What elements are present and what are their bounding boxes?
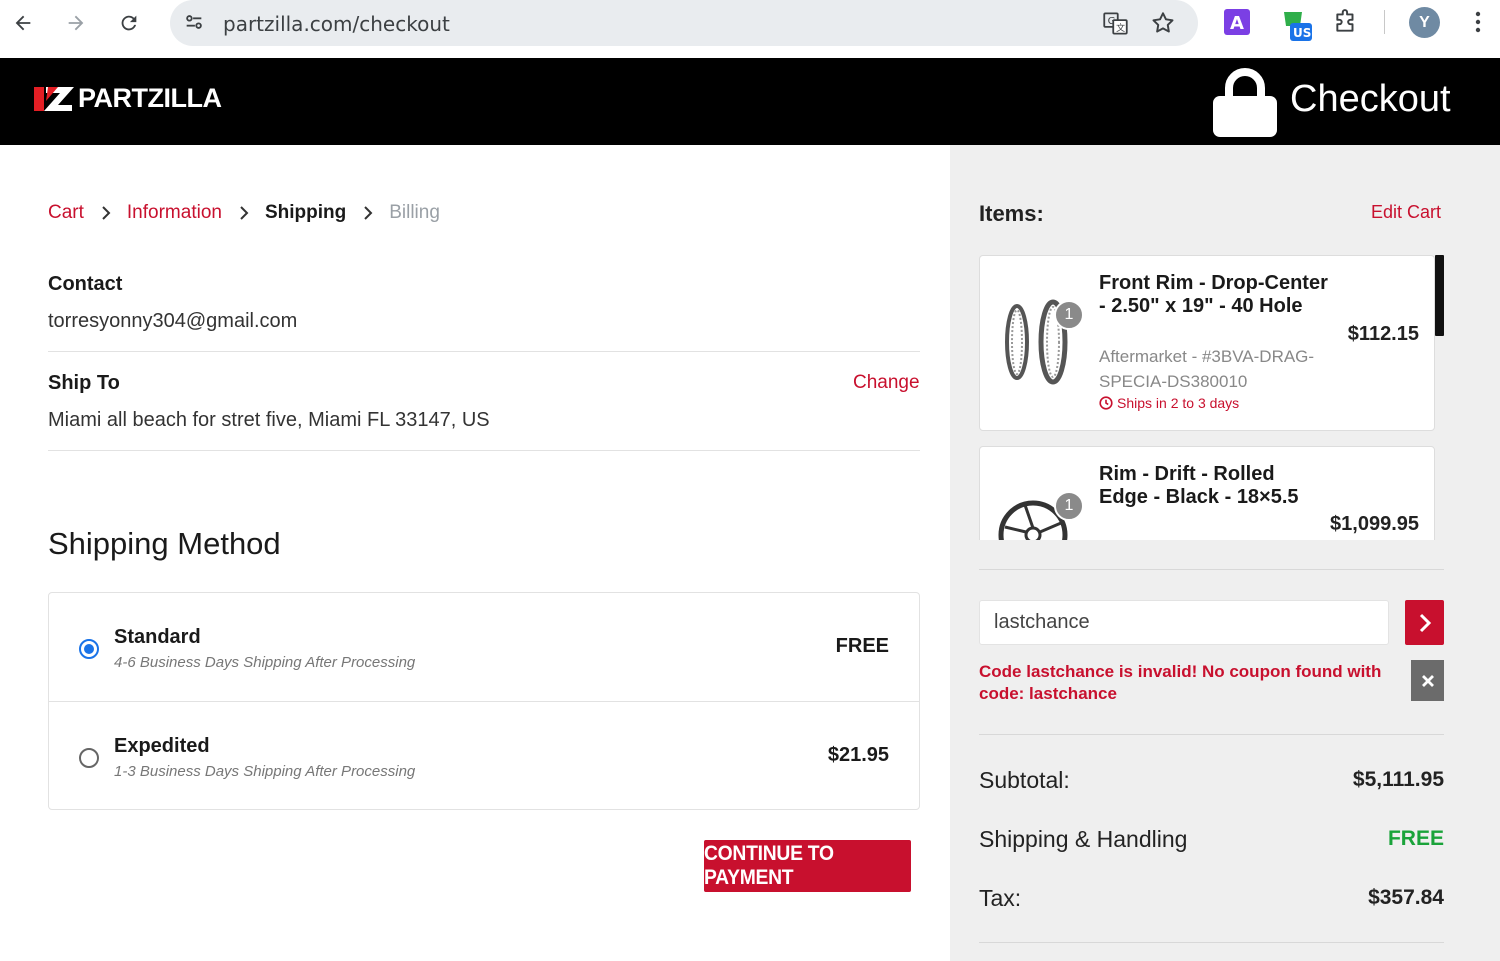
divider <box>979 734 1444 735</box>
divider <box>48 351 920 352</box>
shipping-method-list: Standard 4-6 Business Days Shipping Afte… <box>48 592 920 810</box>
order-summary: Items: Edit Cart 1 Front Rim - Drop-Cent… <box>950 145 1500 961</box>
shipping-value: FREE <box>1387 827 1444 850</box>
continue-to-payment-button[interactable]: CONTINUE TO PAYMENT <box>704 840 911 892</box>
apply-coupon-button[interactable] <box>1405 600 1444 645</box>
shipping-option-desc: 4-6 Business Days Shipping After Process… <box>114 654 416 671</box>
item-ship-time: Ships in 2 to 3 days <box>1099 395 1239 411</box>
shipping-option-price: $21.95 <box>827 744 889 766</box>
quantity-badge: 1 <box>1054 300 1084 330</box>
lock-icon <box>1212 66 1278 143</box>
svg-text:A: A <box>1230 13 1244 34</box>
item-price: $1,099.95 <box>1330 513 1419 535</box>
partzilla-logo[interactable]: PARTZILLA <box>34 83 222 114</box>
shipping-option-name: Expedited <box>114 735 210 757</box>
cart-items-list[interactable]: 1 Front Rim - Drop-Center - 2.50" x 19" … <box>979 255 1445 540</box>
breadcrumb-information[interactable]: Information <box>127 202 222 224</box>
subtotal-value: $5,111.95 <box>1352 768 1444 791</box>
extensions-puzzle-icon[interactable] <box>1333 9 1359 40</box>
shipping-option-expedited[interactable]: Expedited 1-3 Business Days Shipping Aft… <box>49 701 919 809</box>
change-address-link[interactable]: Change <box>853 372 920 394</box>
radio-expedited[interactable] <box>79 748 99 768</box>
forward-button[interactable] <box>62 9 90 37</box>
browser-menu-icon[interactable] <box>1468 9 1488 40</box>
divider <box>979 569 1444 570</box>
coupon-input[interactable]: lastchance <box>979 600 1389 645</box>
site-header: PARTZILLA Checkout <box>0 58 1500 145</box>
divider <box>48 450 920 451</box>
coupon-input-value: lastchance <box>994 611 1090 633</box>
dismiss-error-button[interactable] <box>1411 660 1444 701</box>
shipping-option-desc: 1-3 Business Days Shipping After Process… <box>114 763 416 780</box>
edit-cart-link[interactable]: Edit Cart <box>1371 202 1441 223</box>
ship-to-label: Ship To <box>48 372 120 394</box>
clock-icon <box>1099 396 1113 410</box>
tax-row: Tax: $357.84 <box>979 885 1444 915</box>
logo-text: PARTZILLA <box>78 83 222 113</box>
back-button[interactable] <box>9 9 37 37</box>
url-text[interactable]: partzilla.com/checkout <box>223 12 450 36</box>
site-settings-icon[interactable] <box>183 11 205 38</box>
translate-icon[interactable]: G文 <box>1102 10 1129 42</box>
ship-to-address: Miami all beach for stret five, Miami FL… <box>48 409 490 431</box>
breadcrumb-cart[interactable]: Cart <box>48 202 84 224</box>
radio-standard[interactable] <box>79 639 99 659</box>
cart-item: 1 Rim - Drift - Rolled Edge - Black - 18… <box>979 446 1435 540</box>
reload-button[interactable] <box>115 9 143 37</box>
bookmark-star-icon[interactable] <box>1150 10 1176 41</box>
chevron-right-icon <box>363 205 373 221</box>
items-scrollbar[interactable] <box>1435 255 1444 336</box>
shipping-method-title: Shipping Method <box>48 526 281 561</box>
svg-text:文: 文 <box>1116 22 1125 34</box>
shipping-option-name: Standard <box>114 626 201 648</box>
cart-item: 1 Front Rim - Drop-Center - 2.50" x 19" … <box>979 255 1435 431</box>
item-price: $112.15 <box>1347 323 1419 345</box>
back-arrow-icon <box>15 15 31 31</box>
tax-label: Tax: <box>979 885 1022 911</box>
coupon-error-message: Code lastchance is invalid! No coupon fo… <box>979 662 1382 703</box>
shipping-label: Shipping & Handling <box>979 826 1188 852</box>
toolbar-separator <box>1384 10 1385 34</box>
breadcrumb: Cart Information Shipping Billing <box>48 202 440 224</box>
shipping-option-price: FREE <box>835 635 889 657</box>
quantity-badge: 1 <box>1054 491 1084 521</box>
reload-icon <box>121 15 137 31</box>
item-name: Rim - Drift - Rolled Edge - Black - 18×5… <box>1099 463 1299 508</box>
chevron-right-icon <box>101 205 111 221</box>
shipping-row: Shipping & Handling FREE <box>979 826 1444 856</box>
item-name: Front Rim - Drop-Center - 2.50" x 19" - … <box>1099 272 1328 317</box>
chevron-right-icon <box>239 205 249 221</box>
logo-mark-icon <box>34 85 76 113</box>
forward-arrow-icon <box>68 15 84 31</box>
close-icon <box>1421 674 1434 687</box>
shipping-option-standard[interactable]: Standard 4-6 Business Days Shipping Afte… <box>49 593 919 701</box>
breadcrumb-billing: Billing <box>389 202 440 223</box>
checkout-main: Cart Information Shipping Billing Contac… <box>0 145 950 961</box>
svg-text:US: US <box>1293 26 1311 40</box>
tax-value: $357.84 <box>1368 886 1444 909</box>
extension-a-icon[interactable]: A <box>1224 9 1250 40</box>
chevron-right-icon <box>1419 613 1431 632</box>
items-label: Items: <box>979 201 1044 226</box>
vpn-extension-icon[interactable]: US <box>1279 9 1313 48</box>
page-title: Checkout <box>1290 78 1451 120</box>
breadcrumb-shipping: Shipping <box>264 202 347 223</box>
profile-avatar[interactable]: Y <box>1409 7 1440 38</box>
contact-label: Contact <box>48 273 123 295</box>
divider <box>979 942 1444 943</box>
item-ship-text: Ships in 2 to 3 days <box>1117 395 1240 411</box>
item-sku: Aftermarket - #3BVA-DRAG-SPECIA-DS380010 <box>1099 347 1315 391</box>
browser-toolbar: partzilla.com/checkout G文 A US Y <box>0 0 1500 58</box>
subtotal-row: Subtotal: $5,111.95 <box>979 767 1444 797</box>
address-bar[interactable]: partzilla.com/checkout G文 <box>170 0 1198 46</box>
subtotal-label: Subtotal: <box>979 767 1070 793</box>
contact-email: torresyonny304@gmail.com <box>48 310 298 332</box>
